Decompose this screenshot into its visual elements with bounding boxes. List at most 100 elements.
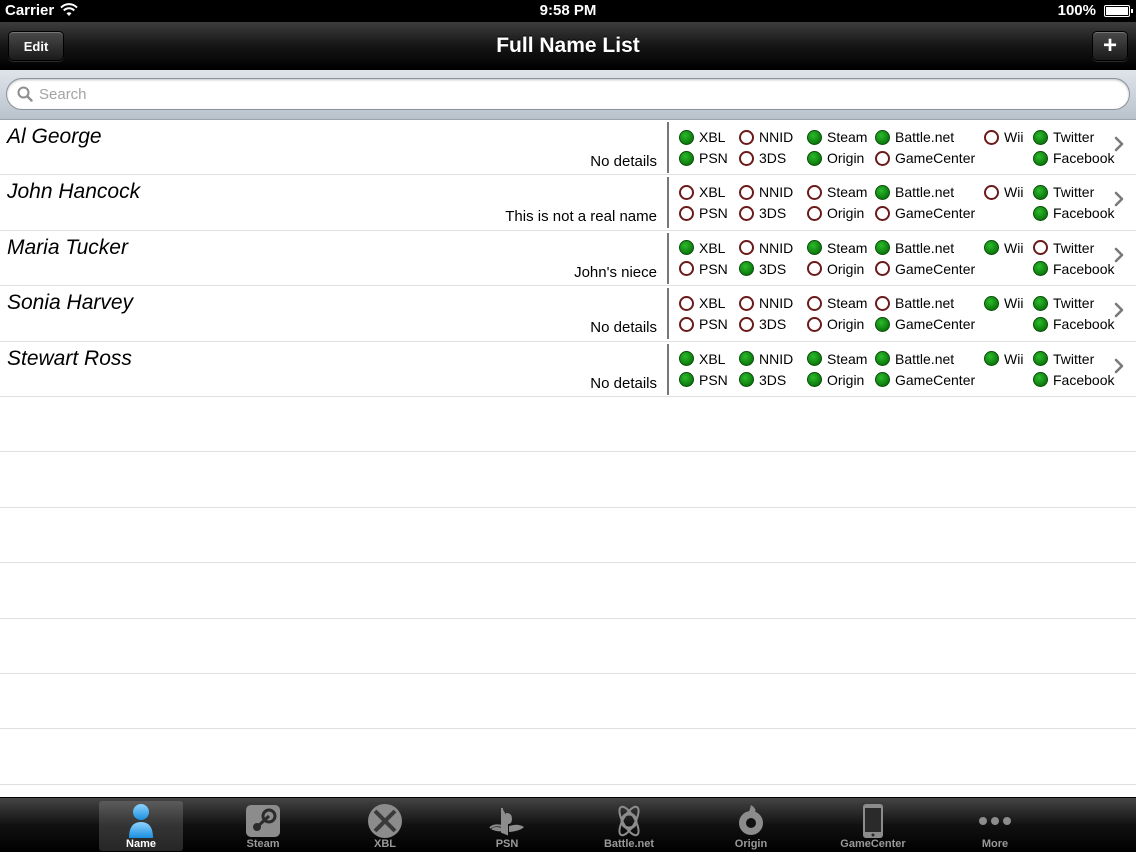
tab-psn[interactable]: PSN xyxy=(465,801,549,851)
status-dot-icon xyxy=(679,150,694,166)
tab-gamecenter[interactable]: GameCenter xyxy=(831,801,915,851)
service-status-3ds: 3DS xyxy=(739,150,786,166)
empty-row xyxy=(0,397,1136,453)
empty-row xyxy=(0,729,1136,785)
status-dot-icon xyxy=(1033,372,1048,388)
service-label: Battle.net xyxy=(895,295,955,312)
table-row[interactable]: Stewart Ross No details XBL NNID Steam Battle… xyxy=(0,342,1136,397)
status-dot-icon xyxy=(875,261,890,277)
status-dot-icon xyxy=(875,184,890,200)
service-status-steam: Steam xyxy=(807,129,867,145)
tab-bar: Name Steam XBL PSN Battle.net Origin GameCente… xyxy=(0,797,1136,852)
service-label: Twitter xyxy=(1053,350,1095,367)
service-label: GameCenter xyxy=(895,260,976,277)
tab-name[interactable]: Name xyxy=(99,801,183,851)
contact-name: Al George xyxy=(7,125,102,148)
service-status-origin: Origin xyxy=(807,372,864,388)
status-dot-icon xyxy=(875,295,890,311)
service-status-steam: Steam xyxy=(807,351,867,367)
row-divider xyxy=(667,177,669,229)
status-dot-icon xyxy=(984,129,999,145)
tab-label: Origin xyxy=(734,838,768,850)
service-status-facebook: Facebook xyxy=(1033,150,1114,166)
service-label: Facebook xyxy=(1053,205,1115,222)
status-dot-icon xyxy=(679,129,694,145)
tab-more[interactable]: More xyxy=(953,801,1037,851)
table-row[interactable]: Maria Tucker John's niece XBL NNID Steam Batt… xyxy=(0,231,1136,287)
empty-row xyxy=(0,619,1136,674)
status-dot-icon xyxy=(984,295,999,311)
service-status-psn: PSN xyxy=(679,205,728,221)
service-status-psn: PSN xyxy=(679,316,728,332)
service-label: Origin xyxy=(827,316,865,333)
search-input[interactable] xyxy=(39,83,1119,105)
status-dot-icon xyxy=(739,316,754,332)
service-status-3ds: 3DS xyxy=(739,205,786,221)
status-dot-icon xyxy=(679,351,694,367)
service-status-facebook: Facebook xyxy=(1033,205,1114,221)
service-status-gamecenter: GameCenter xyxy=(875,150,975,166)
status-dot-icon xyxy=(739,295,754,311)
status-dot-icon xyxy=(739,372,754,388)
service-label: Wii xyxy=(1004,239,1024,256)
service-label: 3DS xyxy=(759,316,787,333)
table-row[interactable]: Al George No details XBL NNID Steam Battle.ne… xyxy=(0,120,1136,176)
service-label: NNID xyxy=(759,295,794,312)
contact-details: No details xyxy=(590,319,657,337)
service-label: 3DS xyxy=(759,260,787,277)
service-status-psn: PSN xyxy=(679,261,728,277)
status-dot-icon xyxy=(1033,240,1048,256)
tab-origin[interactable]: Origin xyxy=(709,801,793,851)
service-status-xbl: XBL xyxy=(679,351,725,367)
status-dot-icon xyxy=(875,351,890,367)
status-dot-icon xyxy=(875,316,890,332)
service-status-wii: Wii xyxy=(984,129,1023,145)
search-field[interactable] xyxy=(6,78,1130,110)
status-dot-icon xyxy=(1033,129,1048,145)
chevron-right-icon xyxy=(1114,247,1124,268)
status-dot-icon xyxy=(739,351,754,367)
service-status-facebook: Facebook xyxy=(1033,372,1114,388)
service-label: Battle.net xyxy=(895,184,955,201)
empty-row xyxy=(0,508,1136,564)
service-status-wii: Wii xyxy=(984,240,1023,256)
service-label: Steam xyxy=(827,184,868,201)
table-row[interactable]: Sonia Harvey No details XBL NNID Steam Battle… xyxy=(0,286,1136,342)
service-label: Twitter xyxy=(1053,239,1095,256)
tab-label: Steam xyxy=(246,838,280,850)
status-dot-icon xyxy=(875,205,890,221)
service-status-psn: PSN xyxy=(679,150,728,166)
service-label: Origin xyxy=(827,205,865,222)
row-divider xyxy=(667,288,669,340)
name-list: Al George No details XBL NNID Steam Battle.ne… xyxy=(0,120,1136,797)
service-status-twitter: Twitter xyxy=(1033,351,1094,367)
status-dot-icon xyxy=(679,316,694,332)
battery-icon xyxy=(1104,5,1133,17)
empty-row xyxy=(0,563,1136,619)
service-status-steam: Steam xyxy=(807,184,867,200)
status-dot-icon xyxy=(1033,295,1048,311)
tab-xbl[interactable]: XBL xyxy=(343,801,427,851)
xbox-icon xyxy=(343,803,427,839)
service-label: Wii xyxy=(1004,350,1024,367)
status-dot-icon xyxy=(1033,150,1048,166)
status-dot-icon xyxy=(739,184,754,200)
status-dot-icon xyxy=(807,372,822,388)
add-button[interactable]: + xyxy=(1092,31,1128,61)
status-dot-icon xyxy=(739,240,754,256)
service-status-twitter: Twitter xyxy=(1033,240,1094,256)
page-title: Full Name List xyxy=(496,34,640,57)
contact-details: John's niece xyxy=(574,263,657,281)
status-dot-icon xyxy=(807,240,822,256)
tab-steam[interactable]: Steam xyxy=(221,801,305,851)
empty-row xyxy=(0,785,1136,797)
status-dot-icon xyxy=(807,316,822,332)
table-row[interactable]: John Hancock This is not a real name XBL NN… xyxy=(0,175,1136,231)
status-dot-icon xyxy=(1033,351,1048,367)
tab-battlenet[interactable]: Battle.net xyxy=(587,801,671,851)
status-dot-icon xyxy=(807,184,822,200)
service-status-twitter: Twitter xyxy=(1033,184,1094,200)
service-status-wii: Wii xyxy=(984,184,1023,200)
service-status-origin: Origin xyxy=(807,261,864,277)
status-dot-icon xyxy=(984,184,999,200)
